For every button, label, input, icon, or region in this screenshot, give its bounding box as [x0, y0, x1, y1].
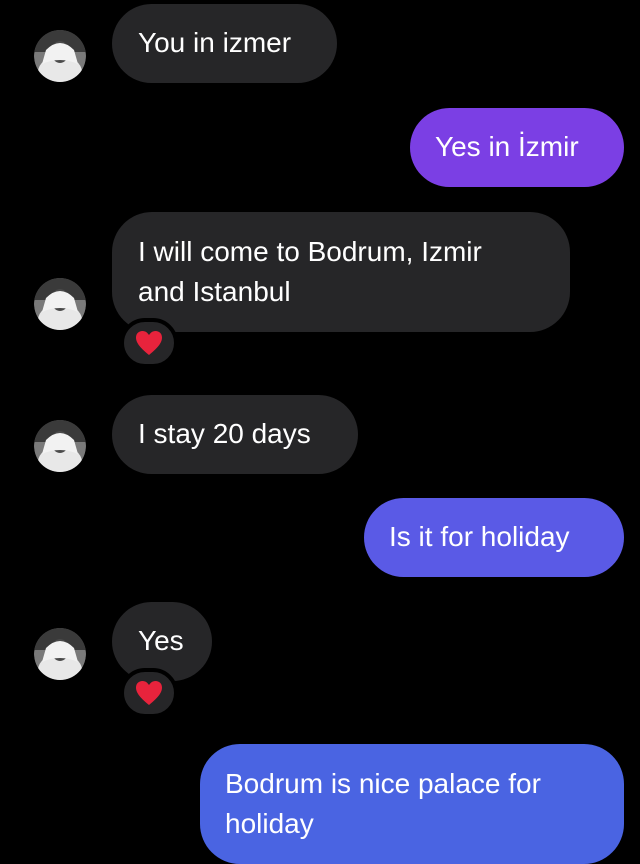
message-text: Yes: [138, 625, 184, 656]
message-bubble-incoming[interactable]: You in izmer: [112, 4, 337, 83]
chat-thread: You in izmer Yes in İzmir I will come to…: [0, 0, 640, 864]
message-text: Yes in İzmir: [435, 131, 579, 162]
message-text: I stay 20 days: [138, 418, 311, 449]
message-text-line: Bodrum is nice palace for: [225, 768, 541, 799]
message-bubble-incoming[interactable]: I stay 20 days: [112, 395, 358, 474]
message-text-line: and Istanbul: [138, 276, 291, 307]
contact-avatar-icon[interactable]: [34, 30, 86, 82]
red-heart-icon: [136, 681, 162, 705]
red-heart-icon: [136, 331, 162, 355]
message-text-line: I will come to Bodrum, Izmir: [138, 236, 482, 267]
contact-avatar-icon[interactable]: [34, 628, 86, 680]
contact-avatar-icon[interactable]: [34, 278, 86, 330]
reaction-badge[interactable]: [120, 318, 178, 368]
message-text: You in izmer: [138, 27, 292, 58]
reaction-badge[interactable]: [120, 668, 178, 718]
message-text: Is it for holiday: [389, 521, 570, 552]
message-bubble-outgoing[interactable]: Is it for holiday: [364, 498, 624, 577]
message-bubble-outgoing[interactable]: Yes in İzmir: [410, 108, 624, 187]
message-bubble-incoming[interactable]: I will come to Bodrum, Izmir and Istanbu…: [112, 212, 570, 332]
message-bubble-outgoing[interactable]: Bodrum is nice palace for holiday: [200, 744, 624, 864]
contact-avatar-icon[interactable]: [34, 420, 86, 472]
message-text-line: holiday: [225, 808, 314, 839]
